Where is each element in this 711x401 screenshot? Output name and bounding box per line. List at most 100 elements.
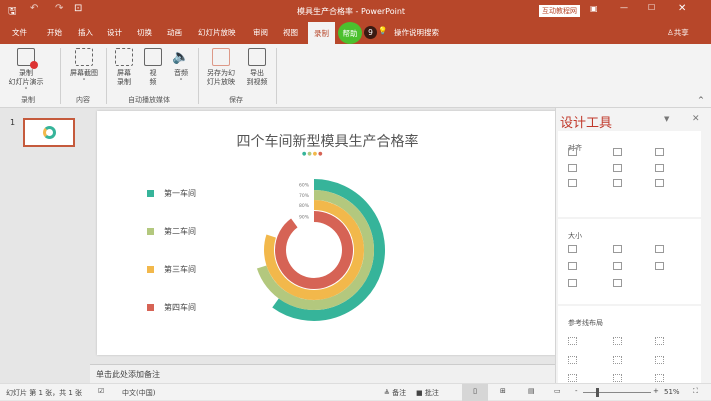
export-video-button[interactable]: 导出 到视频 [242,48,272,87]
ribbon-display-icon[interactable]: ▣ [590,4,598,13]
share-button[interactable]: ♙共享 [667,27,689,38]
notes-pane[interactable]: 单击此处添加备注 [90,364,555,383]
layout-tool-icon[interactable] [613,337,622,345]
layout-tool-icon[interactable] [613,374,622,382]
section-title: 参考线布局 [568,319,603,327]
person-icon: ♙ [667,28,674,37]
collapse-ribbon-icon[interactable]: ^ [698,96,704,104]
layout-tool-icon[interactable] [655,374,664,382]
label: 音频 [174,69,188,77]
tab-record[interactable]: 录制 [308,22,335,44]
close-button[interactable]: ✕ [678,3,686,14]
screenshot-button[interactable]: 屏幕截图 ˅ [64,48,104,87]
layout-tool-icon[interactable] [613,245,622,253]
data-label: 90% [299,215,310,221]
zoom-slider-thumb[interactable] [596,388,599,397]
layout-tool-icon[interactable] [568,148,577,156]
tab-review[interactable]: 审阅 [253,27,268,38]
redo-icon[interactable]: ↷ [55,3,63,14]
tab-slideshow[interactable]: 幻灯片放映 [198,27,236,38]
layout-tool-icon[interactable] [613,262,622,270]
layout-tool-icon[interactable] [568,245,577,253]
film-icon [144,48,162,66]
tell-me-search[interactable]: 操作说明搜索 [394,27,439,38]
ribbon-tabs: 文件 开始 插入 设计 切换 动画 幻灯片放映 审阅 视图 录制 帮助 9 💡 … [0,22,711,44]
tab-file[interactable]: 文件 [12,27,27,38]
video-button[interactable]: 视频 [140,48,166,87]
tab-transitions[interactable]: 切换 [137,27,152,38]
layout-tool-icon[interactable] [655,337,664,345]
notification-count: 9 [364,26,377,39]
record-icon [17,48,38,69]
comments-button[interactable]: ■ 批注 [416,388,439,398]
tab-help[interactable]: 帮助 [338,22,362,44]
section-title: 大小 [568,232,582,240]
tutorial-badge[interactable]: 互动教程网 [539,5,580,17]
label: 屏幕 [117,69,131,77]
start-presentation-icon[interactable]: ⊡ [74,3,82,14]
minimize-button[interactable]: — [620,3,628,12]
slide-canvas[interactable]: 四个车间新型模具生产合格率 ●●●● 第一车间 第二车间 第三车间 第四车间 60% 7… [97,111,558,355]
screen-recording-button[interactable]: 屏幕 录制 [110,48,138,87]
group-label-content: 内容 [76,96,90,104]
label: ˅ [82,78,86,86]
zoom-level[interactable]: 51% [664,388,680,396]
layout-tool-icon[interactable] [568,164,577,172]
layout-tool-icon[interactable] [613,279,622,287]
zoom-out-button[interactable]: - [575,387,578,395]
undo-icon[interactable]: ↶ [30,3,38,14]
layout-tool-icon[interactable] [613,164,622,172]
guide-layout-section: 参考线布局 [558,306,701,383]
layout-tool-icon[interactable] [655,245,664,253]
zoom-in-button[interactable]: + [653,387,659,395]
language[interactable]: 中文(中国) [122,388,155,398]
layout-tool-icon[interactable] [568,374,577,382]
notes-placeholder[interactable]: 单击此处添加备注 [96,370,160,379]
zoom-slider[interactable] [583,392,651,393]
tab-view[interactable]: 视图 [283,27,298,38]
label: 灯片放映 [207,78,235,86]
comments-label: 批注 [424,389,439,397]
radial-bar [275,211,353,289]
reading-view-button[interactable]: ▤ [528,387,535,395]
audio-button[interactable]: 🔈 音频 ˅ [168,48,194,87]
tab-home[interactable]: 开始 [47,27,62,38]
save-as-slideshow-button[interactable]: 另存为幻 灯片放映 [202,48,240,87]
layout-tool-icon[interactable] [568,337,577,345]
group-label-media: 自动播放媒体 [128,96,170,104]
layout-tool-icon[interactable] [655,356,664,364]
align-section: 对齐 [558,131,701,217]
pane-options-icon[interactable]: ▼ [664,115,669,123]
save-icon[interactable]: 🖫 [8,4,17,21]
label: 到视频 [246,78,268,86]
design-tools-pane: 设计工具 ▼ ✕ 对齐 大小 参考线布局 [555,108,711,383]
layout-tool-icon[interactable] [655,148,664,156]
tab-insert[interactable]: 插入 [78,27,93,38]
layout-tool-icon[interactable] [613,356,622,364]
spellcheck-icon[interactable]: ☑ [98,387,104,395]
layout-tool-icon[interactable] [655,179,664,187]
layout-tool-icon[interactable] [568,179,577,187]
layout-tool-icon[interactable] [655,164,664,172]
layout-tool-icon[interactable] [613,179,622,187]
layout-tool-icon[interactable] [568,356,577,364]
notes-button[interactable]: ≜ 备注 [384,388,406,398]
layout-tool-icon[interactable] [655,262,664,270]
export-video-icon [248,48,266,66]
layout-tool-icon[interactable] [568,279,577,287]
maximize-button[interactable]: ☐ [648,3,655,12]
pane-close-icon[interactable]: ✕ [692,114,700,124]
normal-view-button[interactable]: ▯ [462,384,488,401]
slide-thumbnail[interactable] [23,118,75,147]
group-label-record: 录制 [21,96,35,104]
slideshow-button[interactable]: ▭ [554,387,561,395]
slide-info: 幻灯片 第 1 张，共 1 张 [6,389,83,397]
fit-to-window-icon[interactable]: ⛶ [693,387,698,396]
slide-sorter-button[interactable]: ⊞ [500,387,506,395]
tab-design[interactable]: 设计 [107,27,122,38]
tab-animations[interactable]: 动画 [167,27,182,38]
layout-tool-icon[interactable] [613,148,622,156]
layout-tool-icon[interactable] [568,262,577,270]
camera-icon [75,48,93,66]
record-slideshow-button[interactable]: 录制 幻灯片演示 ˅ [6,48,46,96]
